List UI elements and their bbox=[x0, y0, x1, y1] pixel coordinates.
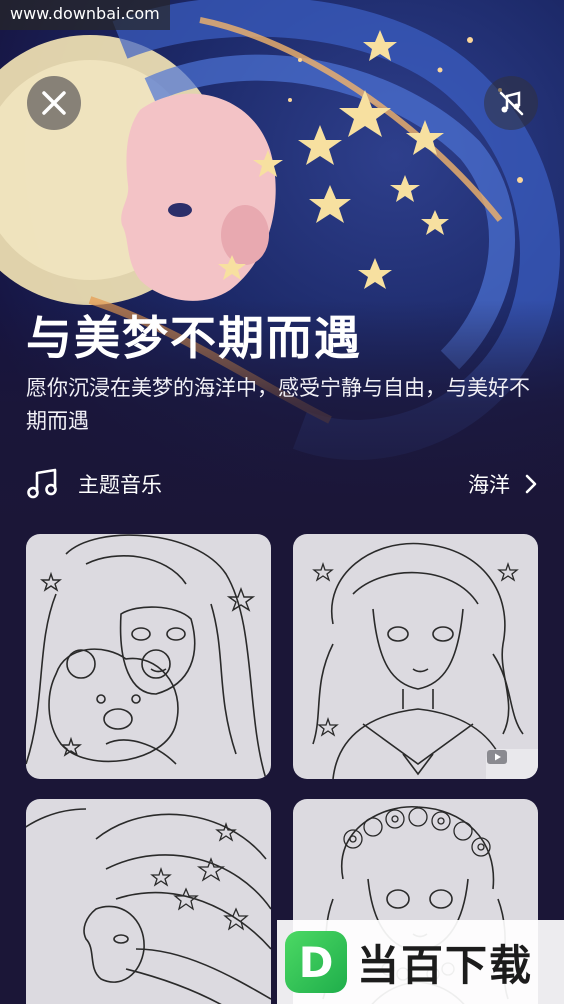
music-off-icon bbox=[499, 91, 524, 116]
video-badge bbox=[486, 749, 538, 779]
coloring-card[interactable] bbox=[293, 534, 538, 779]
music-toggle-button[interactable] bbox=[484, 76, 538, 130]
page-title: 与美梦不期而遇 bbox=[26, 311, 362, 365]
video-icon bbox=[487, 750, 507, 764]
chevron-right-icon bbox=[525, 474, 537, 494]
music-note-icon bbox=[27, 468, 57, 499]
brand-watermark: D 当百下载 bbox=[277, 920, 564, 1004]
girl-with-moon-and-stars-illustration bbox=[26, 808, 271, 1004]
brand-name: 当百下载 bbox=[357, 940, 534, 990]
girl-with-teddy-bear-illustration bbox=[26, 534, 267, 779]
close-icon bbox=[42, 91, 66, 115]
coloring-card[interactable] bbox=[26, 534, 271, 779]
theme-music-label: 主题音乐 bbox=[78, 473, 162, 497]
theme-music-value: 海洋 bbox=[468, 473, 510, 497]
theme-music-label-group: 主题音乐 bbox=[26, 468, 162, 500]
theme-music-selector[interactable]: 海洋 bbox=[468, 469, 538, 499]
theme-music-row[interactable]: 主题音乐 海洋 bbox=[26, 462, 538, 506]
girl-sailor-collar-illustration bbox=[312, 542, 524, 779]
coloring-card[interactable] bbox=[26, 799, 271, 1004]
page-subtitle: 愿你沉浸在美梦的海洋中，感受宁静与自由，与美好不期而遇 bbox=[26, 376, 530, 433]
hero-illustration bbox=[0, 0, 564, 520]
coloring-theme-page: www.downbai.com 与美梦不期而遇 愿你沉浸在美梦的海洋中，感受宁静… bbox=[0, 0, 564, 1004]
site-watermark: www.downbai.com bbox=[0, 0, 170, 30]
close-button[interactable] bbox=[27, 76, 81, 130]
brand-logo: D bbox=[285, 931, 347, 993]
